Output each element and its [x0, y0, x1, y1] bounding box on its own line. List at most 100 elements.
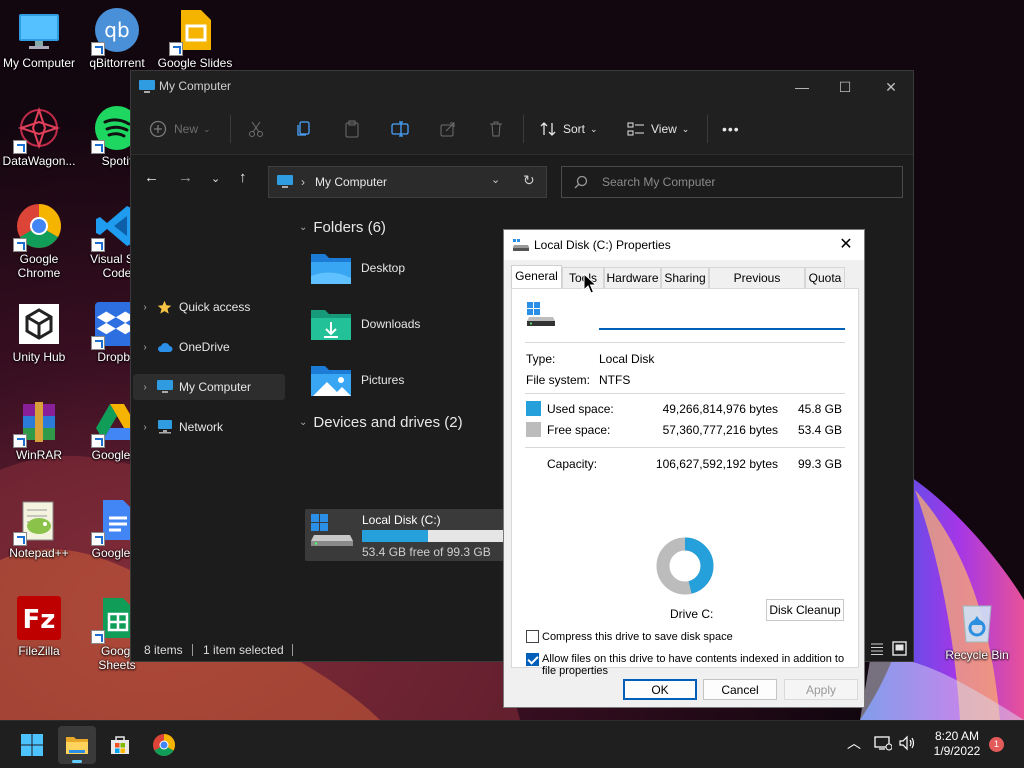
nav-item-network[interactable]: › Network: [133, 414, 285, 440]
drive-tile-c[interactable]: Local Disk (C:) 53.4 GB free of 99.3 GB: [305, 509, 505, 561]
view-button[interactable]: View ⌄: [627, 117, 689, 141]
volume-icon[interactable]: [898, 735, 916, 754]
cut-button[interactable]: [247, 117, 265, 141]
close-button[interactable]: ✕: [877, 77, 905, 97]
address-bar[interactable]: › My Computer ⌄ ↻: [268, 166, 547, 198]
start-button[interactable]: [13, 726, 51, 764]
search-placeholder: Search My Computer: [602, 175, 716, 189]
back-arrow-icon[interactable]: ←: [144, 169, 159, 186]
details-view-icon[interactable]: [870, 642, 884, 659]
tab-sharing[interactable]: Sharing: [661, 267, 709, 288]
refresh-icon[interactable]: ↻: [523, 172, 535, 189]
address-text: My Computer: [315, 175, 388, 189]
desktop-icon-filezilla[interactable]: Fz FileZilla: [0, 588, 78, 672]
desktop-icon-chrome[interactable]: Google Chrome: [0, 196, 78, 280]
minimize-button[interactable]: —: [788, 77, 816, 97]
tab-quota[interactable]: Quota: [805, 267, 845, 288]
tab-hardware[interactable]: Hardware: [604, 267, 661, 288]
monitor-icon: [277, 175, 293, 188]
status-separator: [292, 644, 293, 656]
apply-button[interactable]: Apply: [784, 679, 858, 700]
shortcut-arrow-icon: [91, 434, 105, 448]
trash-icon: [490, 121, 502, 137]
explorer-title-bar[interactable]: My Computer — ☐ ✕: [131, 71, 913, 103]
tab-general[interactable]: General: [511, 265, 562, 289]
recent-chevron-down-icon[interactable]: ⌄: [211, 172, 220, 185]
allow-indexing-checkbox[interactable]: [526, 653, 539, 666]
desktop-icon-datawagon[interactable]: DataWagon...: [0, 98, 78, 182]
shortcut-arrow-icon: [169, 42, 183, 56]
desktop-icon-winrar[interactable]: WinRAR: [0, 392, 78, 476]
desktop-icon-my-computer[interactable]: My Computer: [0, 0, 78, 84]
network-icon[interactable]: [874, 735, 893, 754]
taskbar: ︿ 8:20 AM 1/9/2022 1: [0, 720, 1024, 768]
plus-circle-icon: [149, 120, 167, 138]
properties-dialog[interactable]: Local Disk (C:) Properties ✕ General Too…: [503, 229, 865, 708]
search-box[interactable]: Search My Computer: [561, 166, 903, 198]
more-options-button[interactable]: •••: [722, 117, 740, 141]
notification-badge[interactable]: 1: [989, 737, 1004, 752]
mouse-pointer-icon: [583, 273, 597, 294]
show-hidden-icons-chevron-up-icon[interactable]: ︿: [847, 733, 861, 753]
drive-usage-bar: [362, 530, 504, 542]
desktop-icon-recycle-bin[interactable]: Recycle Bin: [938, 592, 1016, 676]
paste-button[interactable]: [343, 117, 361, 141]
share-button[interactable]: [439, 117, 457, 141]
delete-button[interactable]: [487, 117, 505, 141]
drives-section-header[interactable]: ⌄ Devices and drives (2): [299, 414, 463, 431]
divider: [525, 393, 845, 394]
shortcut-arrow-icon: [13, 140, 27, 154]
shortcut-arrow-icon: [91, 630, 105, 644]
dialog-close-button[interactable]: ✕: [834, 234, 858, 256]
drive-label-input[interactable]: [599, 307, 845, 330]
used-gb: 45.8 GB: [797, 402, 842, 416]
folder-desktop-icon: [311, 254, 351, 284]
monitor-icon: [139, 80, 155, 93]
toolbar-separator: [523, 115, 524, 143]
toolbar-separator: [230, 115, 231, 143]
ok-button[interactable]: OK: [623, 679, 697, 700]
taskbar-chrome[interactable]: [145, 726, 183, 764]
dialog-title: Local Disk (C:) Properties: [534, 238, 671, 252]
taskbar-file-explorer[interactable]: [58, 726, 96, 764]
dialog-title-bar[interactable]: Local Disk (C:) Properties ✕: [504, 230, 864, 260]
desktop-icon-notepadpp[interactable]: Notepad++: [0, 490, 78, 574]
folder-downloads[interactable]: Downloads: [309, 302, 509, 346]
up-arrow-icon[interactable]: ↑: [239, 169, 247, 186]
tab-previous-versions[interactable]: Previous Versions: [709, 267, 805, 305]
cancel-button[interactable]: Cancel: [703, 679, 777, 700]
chevron-right-icon: ›: [143, 301, 147, 313]
shortcut-arrow-icon: [13, 532, 27, 546]
general-tab-panel: Type: Local Disk File system: NTFS Used …: [511, 288, 859, 677]
copy-button[interactable]: [295, 117, 313, 141]
tiles-view-icon[interactable]: [892, 641, 907, 659]
drive-type-value: Local Disk: [599, 352, 655, 366]
folder-pictures[interactable]: Pictures: [309, 358, 509, 402]
hard-drive-icon: [311, 514, 353, 546]
recycle-bin-icon: [962, 605, 992, 643]
nav-item-quick-access[interactable]: › Quick access: [133, 294, 285, 320]
scissors-icon: [249, 121, 263, 137]
maximize-button[interactable]: ☐: [831, 77, 859, 97]
new-button[interactable]: New ⌄: [149, 117, 211, 141]
compress-drive-label: Compress this drive to save disk space: [542, 631, 733, 643]
desktop-icon-unity-hub[interactable]: Unity Hub: [0, 294, 78, 378]
rename-button[interactable]: [391, 117, 409, 141]
compress-drive-checkbox[interactable]: [526, 630, 539, 643]
nav-item-my-computer[interactable]: › My Computer: [133, 374, 285, 400]
free-space-swatch: [526, 422, 541, 437]
shortcut-arrow-icon: [13, 238, 27, 252]
share-icon: [440, 122, 455, 137]
address-dropdown-icon[interactable]: ⌄: [491, 173, 500, 186]
chrome-icon: [153, 734, 175, 756]
chevron-down-icon: ⌄: [203, 123, 211, 134]
sort-button[interactable]: Sort ⌄: [539, 117, 598, 141]
forward-arrow-icon[interactable]: →: [178, 169, 193, 186]
svg-text:qb: qb: [104, 18, 129, 42]
disk-cleanup-button[interactable]: Disk Cleanup: [766, 599, 844, 621]
taskbar-microsoft-store[interactable]: [101, 726, 139, 764]
folder-desktop[interactable]: Desktop: [309, 246, 509, 290]
taskbar-clock[interactable]: 8:20 AM 1/9/2022: [922, 729, 992, 759]
nav-item-onedrive[interactable]: › OneDrive: [133, 334, 285, 360]
folders-section-header[interactable]: ⌄ Folders (6): [299, 219, 386, 236]
